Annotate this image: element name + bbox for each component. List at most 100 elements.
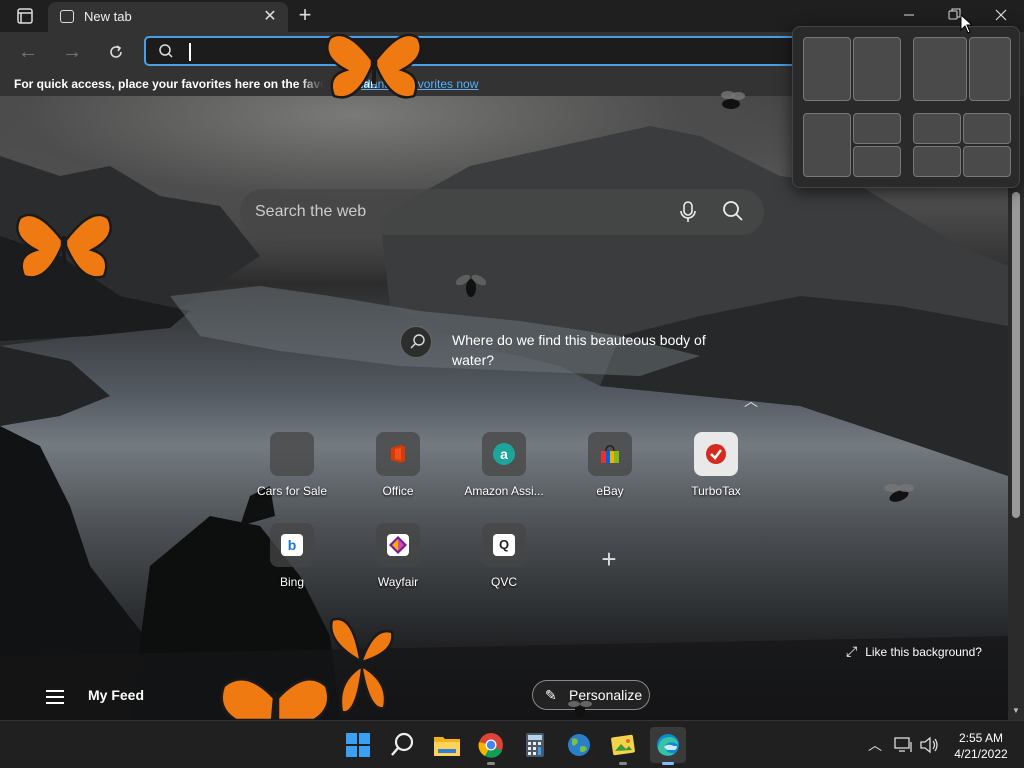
snap-layout-quad-2[interactable] <box>963 113 1011 144</box>
quick-link-label: Office <box>382 484 414 498</box>
tab-actions-icon <box>17 8 33 24</box>
quick-link-cars-for-sale[interactable]: Cars for Sale <box>247 432 337 498</box>
quick-link-label: Wayfair <box>377 575 419 589</box>
network-icon[interactable] <box>894 736 914 754</box>
background-search-button[interactable] <box>400 326 432 358</box>
butterfly-icon <box>16 213 112 279</box>
address-input[interactable] <box>182 41 802 61</box>
edge-icon[interactable] <box>650 727 686 765</box>
taskbar-search-icon[interactable] <box>387 729 419 761</box>
quick-link-bing[interactable]: b Bing <box>247 523 337 589</box>
new-tab-page: Search the web Where do we find this bea… <box>0 96 1008 720</box>
quick-link-amazon-assistant[interactable]: a Amazon Assi... <box>459 432 549 498</box>
qvc-icon: Q <box>493 534 515 556</box>
butterfly-icon <box>220 678 330 720</box>
scrollbar-thumb[interactable] <box>1012 192 1020 518</box>
butterfly-icon <box>329 617 394 714</box>
snap-layout-left-main[interactable] <box>803 113 851 177</box>
file-explorer-icon[interactable] <box>431 729 463 761</box>
scroll-down-icon[interactable]: ▼ <box>1008 706 1024 718</box>
ebay-bag-icon <box>601 445 619 463</box>
snap-layout-wide-left[interactable] <box>913 37 967 101</box>
quick-link-turbotax[interactable]: TurboTax <box>671 432 761 498</box>
wayfair-icon <box>387 534 409 556</box>
like-background-label: Like this background? <box>865 645 982 659</box>
minimize-icon <box>904 14 914 16</box>
amazon-assistant-icon: a <box>493 443 515 465</box>
clock-date: 4/21/2022 <box>954 747 1008 761</box>
add-site-icon[interactable]: + <box>598 546 620 572</box>
feed-title[interactable]: My Feed <box>88 687 144 703</box>
chrome-logo-icon <box>478 733 503 758</box>
search-icon[interactable] <box>722 200 744 222</box>
fly-icon <box>721 91 745 109</box>
new-tab-page-icon <box>60 10 74 23</box>
show-hidden-icons-chevron-icon[interactable]: ︿ <box>868 735 882 755</box>
refresh-icon <box>110 45 122 58</box>
magnifier-icon <box>410 334 425 349</box>
back-button[interactable]: ← <box>14 38 42 66</box>
close-tab-icon[interactable]: ✕ <box>260 7 280 27</box>
search-icon <box>391 732 414 756</box>
bing-icon: b <box>281 534 303 556</box>
tile-background: a <box>482 432 526 476</box>
background-question[interactable]: Where do we find this beauteous body of … <box>452 330 732 370</box>
snap-layout-quad-1[interactable] <box>913 113 961 144</box>
mouse-cursor-icon <box>960 14 972 34</box>
close-icon <box>995 9 1007 21</box>
feed-menu-icon[interactable] <box>46 690 64 704</box>
maps-icon[interactable] <box>563 729 595 761</box>
quick-link-ebay[interactable]: eBay <box>565 432 655 498</box>
tab-actions-button[interactable] <box>10 6 38 26</box>
page-scrollbar[interactable]: ▲ ▼ <box>1008 96 1024 720</box>
snap-layout-half-left[interactable] <box>803 37 851 101</box>
snap-layout-quad-4[interactable] <box>963 146 1011 177</box>
tile-background <box>376 432 420 476</box>
snap-layout-half-right[interactable] <box>853 37 901 101</box>
pencil-icon: ✎ <box>545 687 557 703</box>
chrome-icon[interactable] <box>475 729 507 765</box>
tab-new-tab[interactable]: New tab ✕ <box>48 2 288 32</box>
refresh-button[interactable] <box>102 38 130 66</box>
edge-logo-icon <box>657 734 679 756</box>
expand-icon: ⤢ <box>846 643 858 659</box>
running-indicator <box>619 762 627 765</box>
tile-background <box>694 432 738 476</box>
quick-link-label: TurboTax <box>691 484 741 498</box>
clock-time: 2:55 AM <box>958 731 1004 745</box>
new-tab-button[interactable]: + <box>293 4 317 28</box>
tile-background <box>588 432 632 476</box>
quick-link-wayfair[interactable]: Wayfair <box>353 523 443 589</box>
fly-icon <box>884 484 914 502</box>
calculator-icon[interactable] <box>519 729 551 761</box>
quick-link-qvc[interactable]: Q QVC <box>459 523 549 589</box>
snap-layout-top-right[interactable] <box>853 113 901 144</box>
collapse-chevron-icon[interactable]: ︿ <box>740 391 762 409</box>
forward-button[interactable]: → <box>58 38 86 66</box>
running-indicator <box>487 762 495 765</box>
quick-link-label: Bing <box>279 575 305 589</box>
forward-arrow-icon: → <box>62 41 82 63</box>
folder-icon <box>434 737 460 756</box>
quick-link-label: Amazon Assi... <box>464 484 544 498</box>
like-background-button[interactable]: ⤢ Like this background? <box>846 643 982 660</box>
background-info[interactable]: Where do we find this beauteous body of … <box>400 326 720 376</box>
globe-icon <box>568 734 590 756</box>
address-bar[interactable] <box>144 36 824 66</box>
office-icon <box>391 445 405 463</box>
microphone-icon[interactable] <box>680 201 696 223</box>
snap-layout-bottom-right[interactable] <box>853 146 901 177</box>
turbotax-check-icon <box>706 444 726 464</box>
snap-layout-narrow-right[interactable] <box>969 37 1011 101</box>
tile-background <box>376 523 420 567</box>
blank-tile-icon <box>270 432 314 476</box>
photos-icon[interactable] <box>607 729 639 765</box>
snap-layout-quad-3[interactable] <box>913 146 961 177</box>
volume-icon[interactable] <box>919 736 939 754</box>
windows-start-icon[interactable] <box>342 729 374 761</box>
taskbar-clock[interactable]: 2:55 AM 4/21/2022 <box>946 730 1016 762</box>
calculator-glyph-icon <box>526 733 544 757</box>
web-search-box[interactable]: Search the web <box>240 189 764 235</box>
butterfly-icon <box>326 33 422 99</box>
quick-link-office[interactable]: Office <box>353 432 443 498</box>
